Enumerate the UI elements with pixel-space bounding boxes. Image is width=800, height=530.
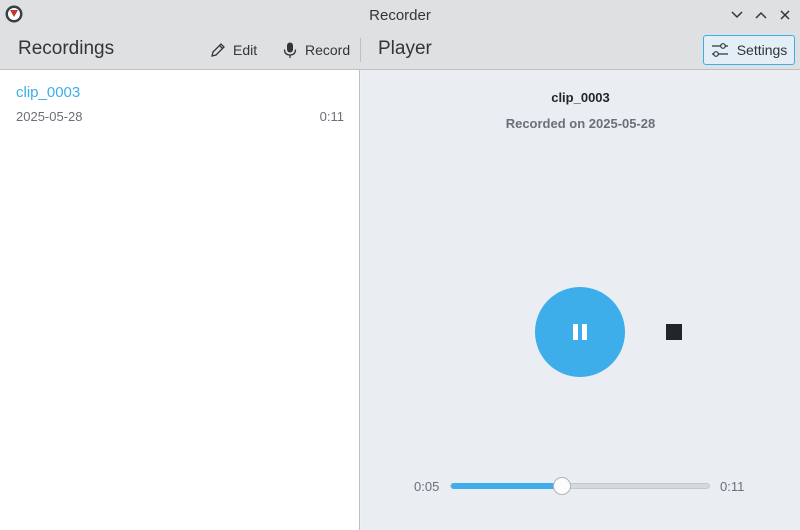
list-item[interactable]: clip_0003 2025-05-28 0:11 — [0, 70, 360, 130]
player-heading: Player — [378, 38, 432, 59]
close-icon[interactable] — [776, 6, 794, 24]
seek-handle[interactable] — [552, 477, 571, 495]
pause-button[interactable] — [535, 287, 625, 377]
settings-button[interactable]: Settings — [703, 35, 795, 65]
player-panel: clip_0003 Recorded on 2025-05-28 0:05 0:… — [361, 70, 800, 530]
recording-date: 2025-05-28 — [16, 109, 83, 124]
recording-name: clip_0003 — [16, 84, 81, 101]
pencil-icon — [211, 43, 225, 57]
microphone-icon — [283, 42, 297, 58]
maximize-icon[interactable] — [752, 6, 770, 24]
record-button[interactable]: Record — [277, 36, 354, 64]
seek-slider[interactable] — [450, 477, 710, 495]
window-title: Recorder — [369, 6, 431, 24]
recordings-list: clip_0003 2025-05-28 0:11 — [0, 70, 360, 530]
edit-button[interactable]: Edit — [205, 36, 261, 64]
settings-label: Settings — [736, 42, 788, 58]
player-title: clip_0003 — [551, 90, 610, 105]
minimize-icon[interactable] — [728, 6, 746, 24]
title-bar: Recorder — [0, 0, 800, 30]
recording-duration: 0:11 — [319, 109, 344, 124]
window-controls — [728, 0, 794, 30]
record-label: Record — [305, 42, 351, 58]
seek-progress — [451, 483, 562, 489]
toolbar: Recordings Edit Record Player Settings — [0, 30, 800, 70]
sliders-icon — [711, 43, 728, 57]
recordings-heading: Recordings — [18, 38, 115, 59]
current-time: 0:05 — [414, 479, 440, 494]
edit-label: Edit — [233, 42, 258, 58]
stop-button[interactable] — [666, 324, 682, 340]
player-subtitle: Recorded on 2025-05-28 — [505, 116, 656, 131]
total-time: 0:11 — [720, 479, 745, 494]
pause-icon — [571, 324, 589, 340]
app-icon — [5, 5, 23, 23]
toolbar-separator — [360, 38, 361, 62]
